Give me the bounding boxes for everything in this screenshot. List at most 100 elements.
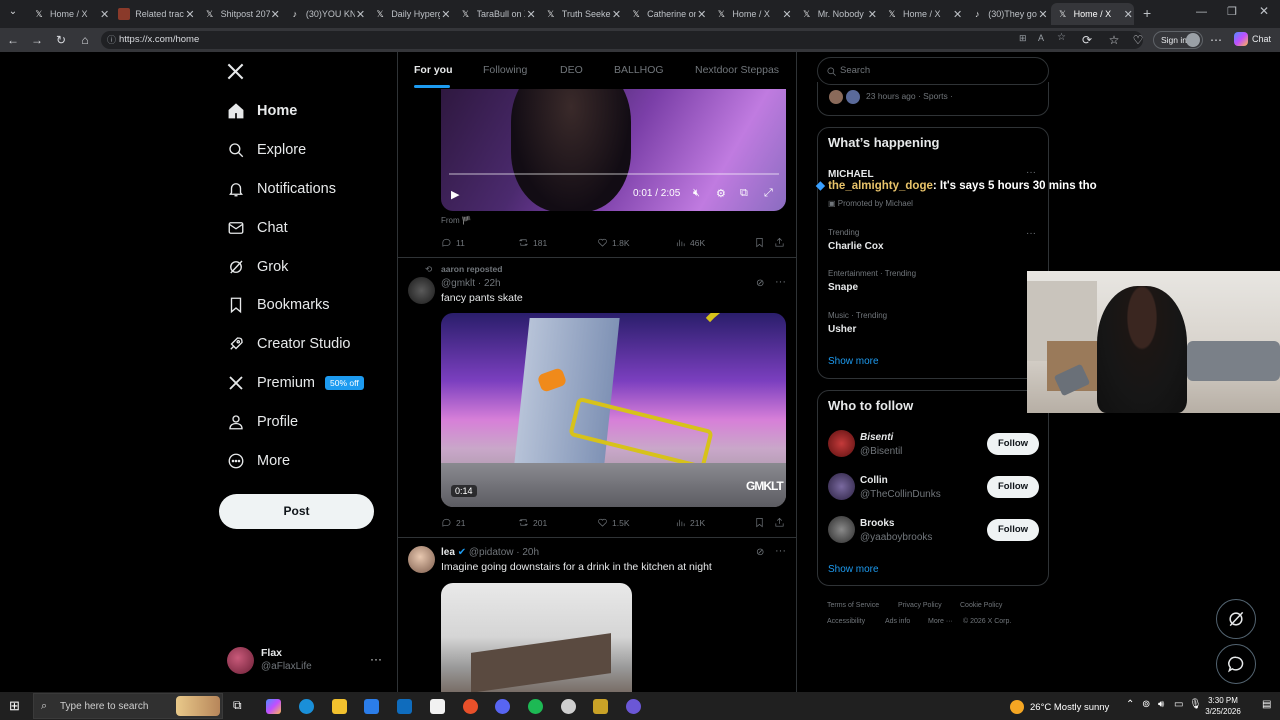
browser-tab[interactable]: 𝕏 Home / X ✕ — [27, 3, 110, 25]
pip-icon[interactable]: ⧉ — [740, 187, 748, 200]
show-more-follow-link[interactable]: Show more — [828, 564, 879, 575]
follow-handle[interactable]: @Bisentil — [860, 446, 902, 457]
follow-handle[interactable]: @yaaboybrooks — [860, 532, 932, 543]
reply-button[interactable]: 21 — [441, 517, 465, 528]
more-dots-icon[interactable]: ··· — [775, 545, 786, 557]
share-button[interactable] — [774, 517, 789, 528]
tab-ballhog[interactable]: BALLHOG — [614, 64, 664, 76]
bookmark-button[interactable] — [754, 237, 769, 248]
sign-in-button[interactable]: Sign in — [1153, 31, 1203, 49]
post-author-name[interactable]: lea — [441, 547, 455, 558]
close-tab-icon[interactable]: ✕ — [781, 8, 792, 21]
browser-tab[interactable]: 𝕏 Catherine on ✕ — [624, 3, 707, 25]
microsoft-store-icon[interactable] — [364, 699, 379, 714]
tab-deo[interactable]: DEO — [560, 64, 583, 76]
footer-link[interactable]: Ads info — [885, 618, 910, 625]
post-handle[interactable]: @gmklt — [441, 278, 475, 289]
network-icon[interactable]: ⊚ — [1142, 699, 1150, 710]
back-arrow-icon[interactable]: ← — [5, 33, 21, 47]
tab-following[interactable]: Following — [483, 64, 527, 76]
site-info-icon[interactable]: ⓘ — [107, 33, 116, 46]
browser-tab[interactable]: 𝕏 Daily Hyperg ✕ — [368, 3, 451, 25]
new-tab-button[interactable]: + — [1143, 5, 1151, 21]
reload-icon[interactable]: ↻ — [53, 33, 69, 47]
browser-tab[interactable]: ♪ (30)They got ✕ — [965, 3, 1048, 25]
close-tab-icon[interactable]: ✕ — [867, 8, 878, 21]
game-icon[interactable] — [593, 699, 608, 714]
clock[interactable]: 3:30 PM 3/25/2026 — [1199, 695, 1247, 717]
reply-button[interactable]: 11 — [441, 237, 465, 248]
close-tab-icon[interactable]: ✕ — [355, 8, 366, 21]
close-tab-icon[interactable]: ✕ — [440, 8, 451, 21]
follow-button[interactable]: Follow — [987, 519, 1039, 541]
browser-tab[interactable]: 𝕏 Home / X ✕ — [709, 3, 792, 25]
mute-icon[interactable]: 🔇︎ — [693, 187, 700, 200]
avatar[interactable] — [408, 277, 435, 304]
footer-link[interactable]: More ··· — [928, 618, 953, 625]
video-progress-track[interactable] — [449, 173, 779, 175]
tab-nextdoor-steppas[interactable]: Nextdoor Steppas — [695, 64, 779, 76]
avatar[interactable] — [408, 546, 435, 573]
follow-button[interactable]: Follow — [987, 433, 1039, 455]
x-logo-icon[interactable] — [226, 62, 245, 81]
follow-name[interactable]: Bisenti — [860, 432, 893, 443]
sidebar-item-home[interactable]: Home — [227, 100, 297, 122]
more-dots-icon[interactable]: ··· — [1026, 167, 1036, 178]
avatar[interactable] — [828, 516, 855, 543]
close-tab-icon[interactable]: ✕ — [525, 8, 536, 21]
messages-floating-button[interactable] — [1216, 644, 1256, 684]
close-tab-icon[interactable]: ✕ — [696, 8, 707, 21]
close-tab-icon[interactable]: ✕ — [99, 8, 110, 21]
repost-button[interactable]: 181 — [518, 237, 547, 248]
footer-link[interactable]: Cookie Policy — [960, 602, 1002, 609]
browser-tab[interactable]: 𝕏 Truth Seeker ✕ — [539, 3, 622, 25]
sidebar-item-grok[interactable]: Grok — [227, 256, 288, 278]
avatar[interactable] — [828, 430, 855, 457]
edge-browser-icon[interactable] — [299, 699, 314, 714]
copilot-icon[interactable] — [266, 699, 281, 714]
post-image[interactable] — [441, 583, 632, 692]
weather-widget[interactable]: 26°C Mostly sunny — [1010, 700, 1109, 714]
footer-link[interactable]: Accessibility — [827, 618, 865, 625]
sidebar-item-notifications[interactable]: Notifications — [227, 178, 336, 200]
views-button[interactable]: 46K — [675, 237, 705, 248]
home-browser-icon[interactable]: ⌂ — [77, 33, 93, 47]
grok-icon[interactable]: ⊘ — [756, 547, 764, 558]
more-dots-icon[interactable]: ··· — [1026, 228, 1036, 239]
play-icon[interactable]: ▶ — [451, 188, 459, 201]
close-tab-icon[interactable]: ✕ — [1037, 8, 1048, 21]
browser-tab[interactable]: 𝕏 Mr. Nobody ✕ — [795, 3, 878, 25]
bookmark-button[interactable] — [754, 517, 769, 528]
favorite-star-icon[interactable]: ☆ — [1057, 32, 1066, 43]
minimize-button[interactable]: — — [1196, 6, 1207, 18]
task-view-icon[interactable]: ⧉ — [233, 698, 242, 713]
trend-name[interactable]: Charlie Cox — [828, 241, 884, 252]
outlook-icon[interactable] — [397, 699, 412, 714]
trend-name[interactable]: Usher — [828, 324, 856, 335]
sidebar-item-premium[interactable]: Premium 50% off — [227, 372, 364, 394]
footer-link[interactable]: Terms of Service — [827, 602, 879, 609]
grok-floating-button[interactable] — [1216, 599, 1256, 639]
fullscreen-icon[interactable]: ⤢ — [764, 187, 773, 200]
reposted-by[interactable]: aaron reposted — [441, 264, 502, 274]
file-explorer-icon[interactable] — [332, 699, 347, 714]
repost-button[interactable]: 201 — [518, 517, 547, 528]
notification-icon[interactable]: ▤ — [1262, 699, 1271, 710]
grok-icon[interactable]: ⊘ — [756, 278, 764, 289]
browser-tab[interactable]: ♪ (30)YOU KNO✕ — [283, 3, 366, 25]
chevron-up-icon[interactable]: ⌃ — [1126, 699, 1134, 710]
sidebar-item-profile[interactable]: Profile — [227, 411, 298, 433]
post-time[interactable]: 22h — [484, 278, 501, 289]
close-tab-icon[interactable]: ✕ — [952, 8, 963, 21]
browser-tab[interactable]: 𝕏 Home / X ✕ — [880, 3, 963, 25]
views-button[interactable]: 21K — [675, 517, 705, 528]
app-available-icon[interactable]: ⊞ — [1019, 33, 1027, 44]
more-dots-icon[interactable]: ··· — [775, 276, 786, 288]
brave-icon[interactable] — [463, 699, 478, 714]
speaker-icon[interactable]: 🔊︎ — [1158, 699, 1164, 710]
close-tab-icon[interactable]: ✕ — [611, 8, 622, 21]
browser-tab[interactable]: 𝕏 Home / X ✕ — [1050, 3, 1134, 25]
video-player[interactable]: 0:14 GMKLT — [441, 313, 786, 507]
more-dots-icon[interactable]: ··· — [370, 652, 382, 666]
follow-handle[interactable]: @TheCollinDunks — [860, 489, 941, 500]
